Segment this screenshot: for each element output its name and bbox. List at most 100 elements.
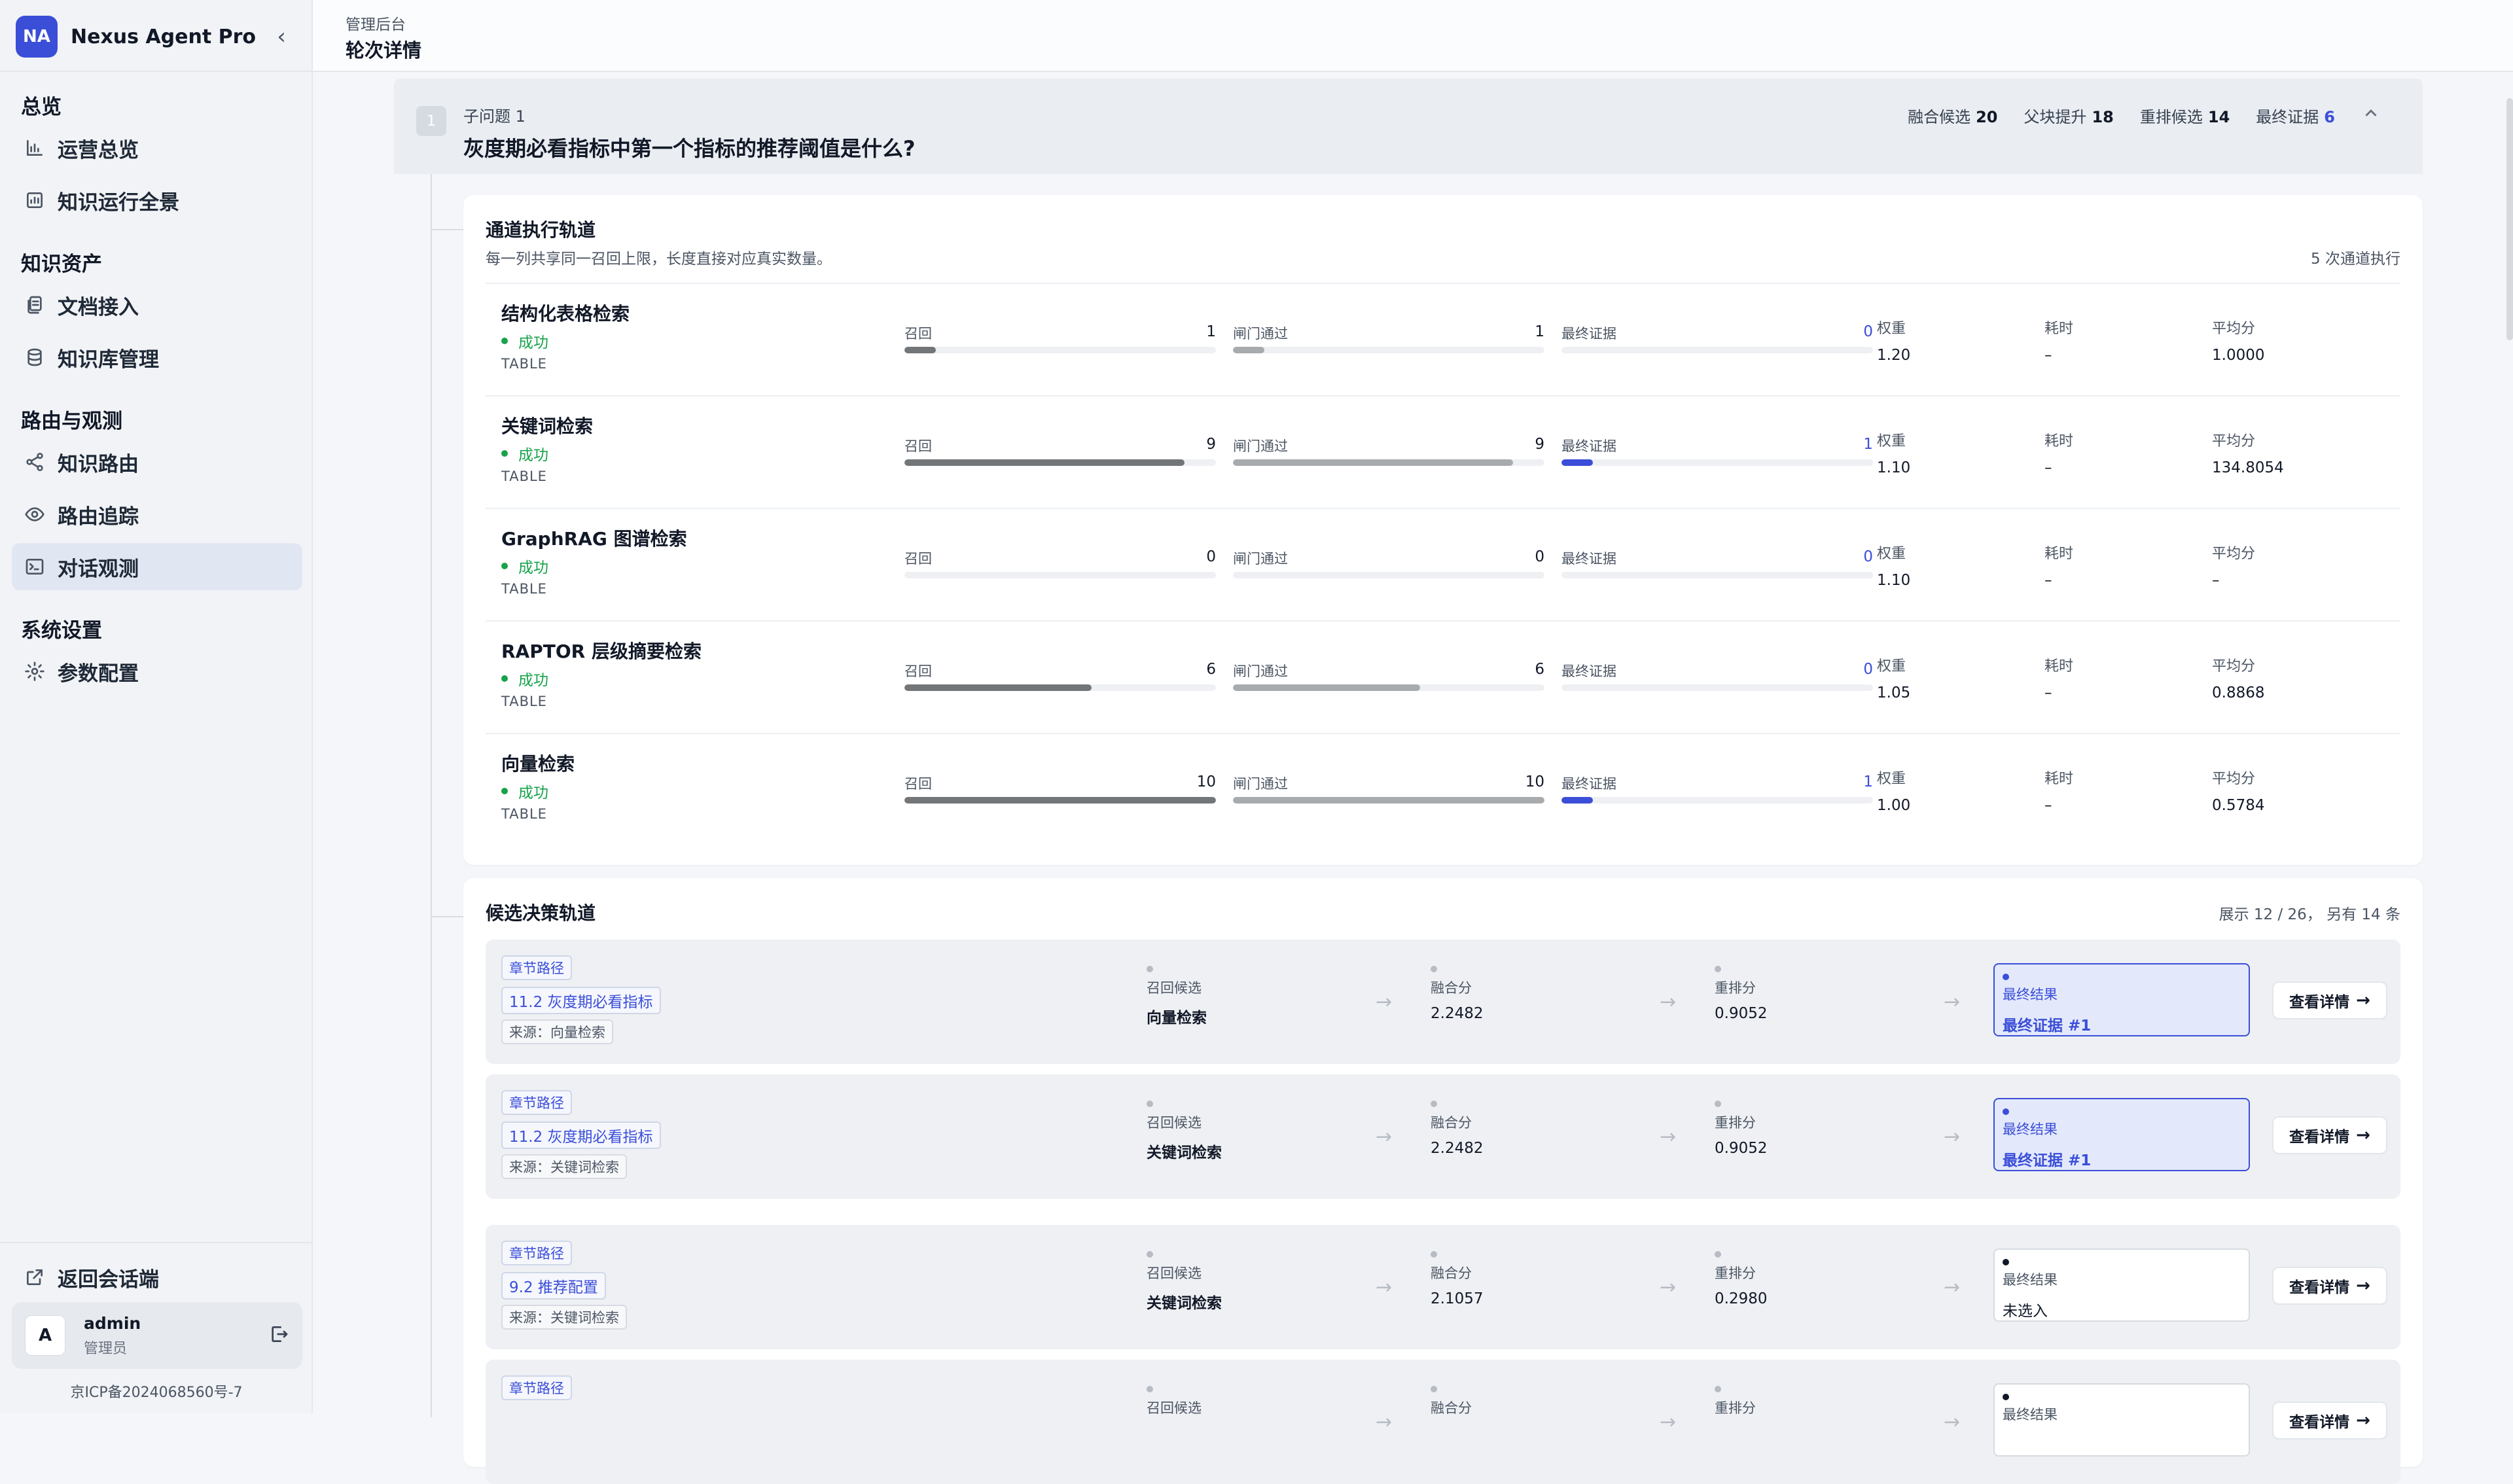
final-label: 最终结果	[2003, 1272, 2058, 1288]
stage-label: 召回候选	[1147, 1400, 1202, 1416]
kv-value: 1.05	[1877, 684, 1911, 701]
section-path[interactable]: 9.2 推荐配置	[501, 1272, 606, 1299]
metric-label: 闸门通过	[1233, 438, 1288, 454]
metric-value: 1	[1863, 436, 1873, 453]
metric-bar	[1561, 347, 1873, 353]
breadcrumb[interactable]: 管理后台	[346, 12, 406, 34]
metric-value: 1	[1206, 323, 1216, 340]
metric-bar	[904, 797, 1216, 804]
metric-label: 最终证据	[1561, 551, 1616, 567]
stage-dot	[1715, 966, 1721, 972]
view-detail-button[interactable]: 查看详情 →	[2272, 1267, 2387, 1305]
divider	[0, 71, 312, 72]
stage-dot	[1715, 1386, 1721, 1392]
kv-value: –	[2044, 459, 2052, 476]
sidebar-item-conversation-observe[interactable]: 对话观测	[12, 543, 302, 590]
kv-weight: 权重 1.05	[1877, 654, 1910, 701]
metric-label: 闸门通过	[1233, 776, 1288, 792]
kv-avg: 平均分 1.0000	[2212, 317, 2264, 364]
channel-row: RAPTOR 层级摘要检索 成功 TABLE 召回 6 闸门通过 6 最终证据 0	[486, 620, 2400, 733]
back-to-chat-link[interactable]: 返回会话端	[12, 1254, 302, 1301]
channel-trace-card: 通道执行轨道 每一列共享同一召回上限，长度直接对应真实数量。 5 次通道执行 结…	[463, 195, 2423, 865]
kv-value: –	[2212, 572, 2220, 589]
share-icon	[24, 451, 46, 473]
candidate-source: 来源：向量检索	[501, 1019, 613, 1044]
sidebar-item-kb-management[interactable]: 知识库管理	[12, 334, 302, 381]
kv-weight: 权重 1.10	[1877, 542, 1910, 589]
logout-icon[interactable]	[268, 1324, 289, 1347]
sidebar-item-knowledge-panorama[interactable]: 知识运行全景	[12, 177, 302, 224]
metric-label: 召回	[904, 776, 932, 792]
sidebar-item-route-trace[interactable]: 路由追踪	[12, 491, 302, 538]
metric-value: 10	[1525, 773, 1544, 790]
metric-bar-fill	[1233, 459, 1514, 466]
final-dot	[2003, 1259, 2009, 1265]
section-path[interactable]: 11.2 灰度期必看指标	[501, 987, 661, 1014]
stage-label: 召回候选	[1147, 1115, 1202, 1131]
kv-label: 平均分	[2212, 433, 2256, 450]
metric-value: 1	[1535, 323, 1544, 340]
scrollbar[interactable]	[2506, 98, 2513, 340]
metric-bar	[904, 459, 1216, 466]
metric-label: 最终证据	[1561, 438, 1616, 454]
sidebar-item-label: 知识运行全景	[58, 190, 179, 215]
arrow-right-icon: →	[1660, 1411, 1677, 1434]
kv-label: 权重	[1877, 433, 1906, 450]
arrow-right-icon: →	[1944, 1411, 1961, 1434]
collapse-sidebar-button[interactable]: ‹	[266, 24, 297, 50]
kv-label: 耗时	[2044, 771, 2074, 787]
stage-dot	[1147, 1251, 1153, 1258]
metric-label: 召回	[904, 551, 932, 567]
arrow-right-icon: →	[2356, 1411, 2370, 1430]
metric-label: 闸门通过	[1233, 326, 1288, 342]
metric-label: 召回	[904, 438, 932, 454]
channel-type: TABLE	[501, 468, 547, 484]
metric-value: 0	[1863, 548, 1873, 565]
sidebar-item-doc-ingest[interactable]: 文档接入	[12, 281, 302, 328]
stage-rerank: 重排分 0.9052	[1715, 1101, 1767, 1157]
view-detail-button[interactable]: 查看详情 →	[2272, 981, 2387, 1019]
icp-record[interactable]: 京ICP备2024068560号-7	[0, 1381, 313, 1402]
metric-bar	[904, 684, 1216, 691]
view-detail-button[interactable]: 查看详情 →	[2272, 1402, 2387, 1440]
brand-logo: NA	[16, 16, 58, 58]
avatar: A	[25, 1315, 65, 1356]
kv-label: 权重	[1877, 321, 1906, 337]
metric-bar	[1561, 797, 1873, 804]
metric-bar	[1233, 347, 1544, 353]
stage-dot	[1147, 1386, 1153, 1392]
card-title: 候选决策轨道	[486, 902, 596, 924]
sidebar-item-param-config[interactable]: 参数配置	[12, 648, 302, 695]
channel-type: TABLE	[501, 581, 547, 597]
kv-latency: 耗时 –	[2044, 429, 2073, 476]
subquestion-header[interactable]: 1 子问题 1 灰度期必看指标中第一个指标的推荐阈值是什么? 融合候选 20 父块…	[394, 79, 2423, 174]
main-content: 1 子问题 1 灰度期必看指标中第一个指标的推荐阈值是什么? 融合候选 20 父块…	[313, 72, 2513, 1484]
metric-label: 最终证据	[1561, 776, 1616, 792]
chevron-up-icon[interactable]	[2361, 103, 2381, 127]
metric-value: 10	[1196, 773, 1216, 790]
dashboard-icon	[24, 189, 46, 211]
metric-value: 6	[1535, 661, 1544, 678]
database-icon	[24, 346, 46, 368]
channel-type: TABLE	[501, 806, 547, 822]
channel-name: RAPTOR 层级摘要检索	[501, 641, 702, 662]
sidebar-item-ops-overview[interactable]: 运营总览	[12, 124, 302, 171]
stage-recall: 召回候选 向量检索	[1147, 966, 1207, 1027]
metric-bar-fill	[904, 797, 1216, 804]
stage-rerank: 重排分 0.2980	[1715, 1251, 1767, 1307]
stage-dot	[1431, 1251, 1437, 1258]
metric-value: 0	[1535, 548, 1544, 565]
channel-row: 向量检索 成功 TABLE 召回 10 闸门通过 10 最终证据 1 权重 1.…	[486, 733, 2400, 845]
metric-bar-fill	[1561, 459, 1593, 466]
view-detail-button[interactable]: 查看详情 →	[2272, 1116, 2387, 1154]
sidebar-item-knowledge-routing[interactable]: 知识路由	[12, 438, 302, 486]
card-title: 通道执行轨道	[486, 219, 596, 241]
kv-value: –	[2044, 347, 2052, 364]
stage-rerank: 重排分	[1715, 1386, 1756, 1425]
stage-label: 重排分	[1715, 1265, 1756, 1281]
status-badge: 成功	[501, 780, 548, 802]
metric-bar-fill	[1233, 347, 1264, 353]
kv-weight: 权重 1.00	[1877, 767, 1910, 814]
terminal-icon	[24, 556, 46, 578]
section-path[interactable]: 11.2 灰度期必看指标	[501, 1122, 661, 1149]
